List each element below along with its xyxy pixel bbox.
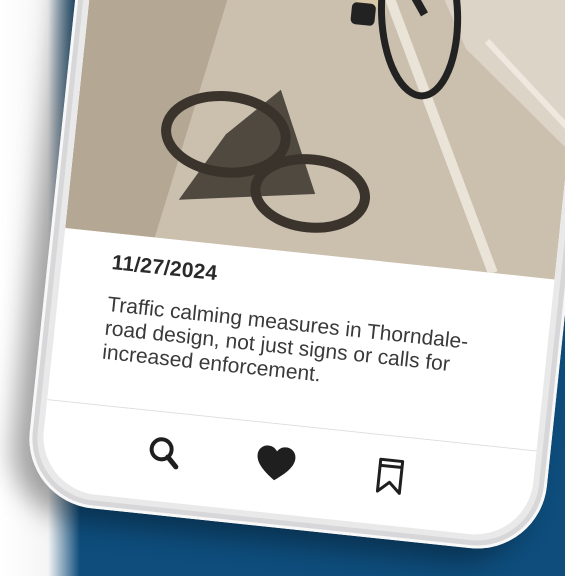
search-button[interactable]	[140, 428, 188, 476]
search-icon	[149, 437, 179, 470]
bookmark-icon	[375, 457, 405, 495]
phone-screen: 11/27/2024 Traffic calming measures in T…	[37, 0, 565, 541]
phone-mockup: 11/27/2024 Traffic calming measures in T…	[22, 0, 565, 556]
post-date: 11/27/2024	[110, 251, 219, 286]
heart-icon	[257, 445, 296, 481]
post-caption: Traffic calming measures in Thorndale- r…	[101, 292, 470, 387]
bookmark-button[interactable]	[366, 452, 414, 500]
scene: 11/27/2024 Traffic calming measures in T…	[0, 0, 565, 576]
cyclist-photo-illustration	[65, 0, 565, 280]
post-photo[interactable]	[65, 0, 565, 280]
like-button[interactable]	[252, 440, 300, 488]
